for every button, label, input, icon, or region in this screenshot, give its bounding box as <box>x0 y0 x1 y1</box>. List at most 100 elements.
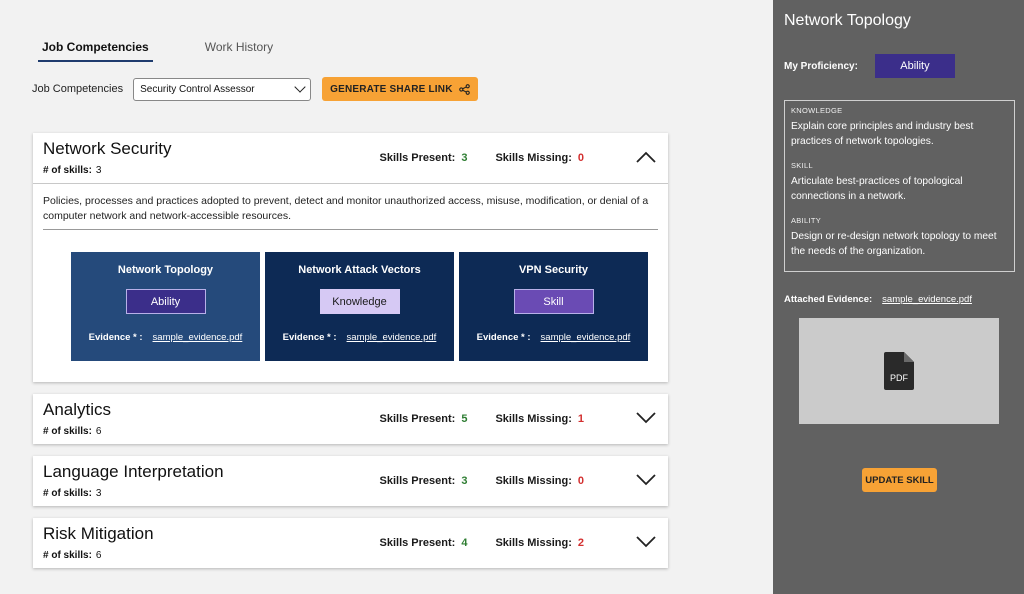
proficiency-tag: Skill <box>513 289 594 314</box>
skill-count-label: # of skills: <box>43 426 92 437</box>
evidence-label: Evidence * : <box>88 332 143 343</box>
skill-section: SKILL Articulate best-practices of topol… <box>791 161 1008 204</box>
skill-stats: Skills Present: 3 Skills Missing: 0 <box>380 152 585 164</box>
skill-evidence: Evidence * : sample_evidence.pdf <box>71 332 260 343</box>
section-text: Explain core principles and industry bes… <box>791 121 974 147</box>
skill-count: # of skills: 6 <box>43 426 101 437</box>
job-select[interactable]: Security Control Assessor <box>133 77 312 101</box>
section-label: ABILITY <box>791 216 822 225</box>
skill-evidence: Evidence * : sample_evidence.pdf <box>459 332 648 343</box>
skill-card-network-topology[interactable]: Network Topology Ability Evidence * : sam… <box>71 252 260 361</box>
skill-stats: Skills Present: 3 Skills Missing: 0 <box>380 475 585 487</box>
competency-header[interactable]: Analytics # of skills: 6 Skills Present: 5… <box>33 394 668 444</box>
skills-present-label: Skills Present: <box>379 537 456 549</box>
attached-evidence: Attached Evidence: sample_evidence.pdf <box>784 294 972 305</box>
skill-count-value: 3 <box>95 488 102 499</box>
skill-title: Network Attack Vectors <box>298 264 421 276</box>
competency-card: Risk Mitigation # of skills: 6 Skills Pre… <box>33 518 668 568</box>
attached-evidence-label: Attached Evidence: <box>784 294 873 305</box>
share-icon <box>458 83 470 95</box>
skills-present-label: Skills Present: <box>379 152 456 164</box>
skills-missing: Skills Missing: 0 <box>495 475 584 487</box>
ability-section: ABILITY Design or re-design network topo… <box>791 216 1008 259</box>
competency-title: Network Security <box>43 139 172 158</box>
skill-card-network-attack-vectors[interactable]: Network Attack Vectors Knowledge Evidenc… <box>265 252 454 361</box>
tab-work-history[interactable]: Work History <box>201 38 277 62</box>
skills-present-value: 5 <box>461 413 468 425</box>
tab-job-competencies[interactable]: Job Competencies <box>38 38 153 62</box>
evidence-link[interactable]: sample_evidence.pdf <box>153 332 243 343</box>
proficiency-tag: Knowledge <box>319 289 400 314</box>
chevron-up-icon[interactable] <box>636 150 656 164</box>
skills-present-value: 3 <box>461 475 468 487</box>
skills-missing-label: Skills Missing: <box>495 537 572 549</box>
skills-present-value: 3 <box>461 152 468 164</box>
main-content: Job Competencies Work History Job Compet… <box>0 0 773 594</box>
skills-missing-label: Skills Missing: <box>495 413 572 425</box>
update-skill-button[interactable]: UPDATE SKILL <box>862 468 937 492</box>
competency-header[interactable]: Network Security # of skills: 3 Skills Pr… <box>33 133 668 183</box>
knowledge-section: KNOWLEDGE Explain core principles and in… <box>791 106 1008 149</box>
competency-title: Risk Mitigation <box>43 524 154 543</box>
competency-header[interactable]: Language Interpretation # of skills: 3 Sk… <box>33 456 668 506</box>
skill-count-value: 6 <box>95 426 102 437</box>
skill-cards: Network Topology Ability Evidence * : sam… <box>43 230 658 382</box>
skill-stats: Skills Present: 5 Skills Missing: 1 <box>380 413 585 425</box>
skill-detail-panel: Network Topology My Proficiency: Ability… <box>773 0 1024 594</box>
skills-missing-value: 2 <box>577 537 584 549</box>
chevron-down-icon <box>294 81 306 93</box>
skill-card-vpn-security[interactable]: VPN Security Skill Evidence * : sample_ev… <box>459 252 648 361</box>
filter-label: Job Competencies <box>32 83 124 95</box>
proficiency-descriptions: KNOWLEDGE Explain core principles and in… <box>784 100 1015 272</box>
skills-present-label: Skills Present: <box>379 475 456 487</box>
chevron-down-icon[interactable] <box>636 535 656 549</box>
generate-share-link-button[interactable]: GENERATE SHARE LINK <box>322 77 478 101</box>
competency-card: Language Interpretation # of skills: 3 Sk… <box>33 456 668 506</box>
skills-missing-value: 1 <box>577 413 584 425</box>
evidence-link[interactable]: sample_evidence.pdf <box>347 332 437 343</box>
pdf-file-icon: PDF <box>884 352 914 390</box>
evidence-link[interactable]: sample_evidence.pdf <box>541 332 631 343</box>
skills-missing: Skills Missing: 1 <box>495 413 584 425</box>
skills-present: Skills Present: 4 <box>380 537 468 549</box>
skills-missing: Skills Missing: 2 <box>495 537 584 549</box>
chevron-down-icon[interactable] <box>636 411 656 425</box>
skills-missing-label: Skills Missing: <box>495 475 572 487</box>
skill-count-label: # of skills: <box>43 488 92 499</box>
skills-present: Skills Present: 5 <box>380 413 468 425</box>
proficiency-row: My Proficiency: Ability <box>784 54 955 78</box>
competency-title: Language Interpretation <box>43 462 224 481</box>
proficiency-tag: Ability <box>125 289 206 314</box>
skill-count-label: # of skills: <box>43 165 92 176</box>
skills-present: Skills Present: 3 <box>380 475 468 487</box>
tab-bar: Job Competencies Work History <box>38 38 277 62</box>
skills-missing-label: Skills Missing: <box>495 152 572 164</box>
section-label: SKILL <box>791 161 813 170</box>
skill-title: VPN Security <box>518 264 589 276</box>
skills-missing: Skills Missing: 0 <box>495 152 584 164</box>
job-select-value: Security Control Assessor <box>140 83 255 95</box>
skills-present-label: Skills Present: <box>379 413 456 425</box>
skill-title: Network Topology <box>117 264 214 276</box>
skill-count: # of skills: 6 <box>43 550 101 561</box>
skill-evidence: Evidence * : sample_evidence.pdf <box>265 332 454 343</box>
skills-present-value: 4 <box>461 537 468 549</box>
section-text: Articulate best-practices of topological… <box>791 176 963 202</box>
competency-card: Analytics # of skills: 6 Skills Present: 5… <box>33 394 668 444</box>
attached-evidence-link[interactable]: sample_evidence.pdf <box>882 294 972 305</box>
chevron-down-icon[interactable] <box>636 473 656 487</box>
filter-row: Job Competencies Security Control Assess… <box>32 77 478 101</box>
competency-body: Policies, processes and practices adopte… <box>33 183 668 382</box>
evidence-label: Evidence * : <box>282 332 337 343</box>
competency-description: Policies, processes and practices adopte… <box>43 194 658 230</box>
evidence-preview[interactable]: PDF <box>799 318 999 424</box>
competency-header[interactable]: Risk Mitigation # of skills: 6 Skills Pre… <box>33 518 668 568</box>
proficiency-badge[interactable]: Ability <box>874 54 955 78</box>
skills-missing-value: 0 <box>577 152 584 164</box>
skill-count: # of skills: 3 <box>43 488 101 499</box>
skill-count-value: 3 <box>95 165 102 176</box>
skill-count: # of skills: 3 <box>43 165 101 176</box>
skill-stats: Skills Present: 4 Skills Missing: 2 <box>380 537 585 549</box>
skill-count-value: 6 <box>95 550 102 561</box>
proficiency-label: My Proficiency: <box>784 60 858 72</box>
